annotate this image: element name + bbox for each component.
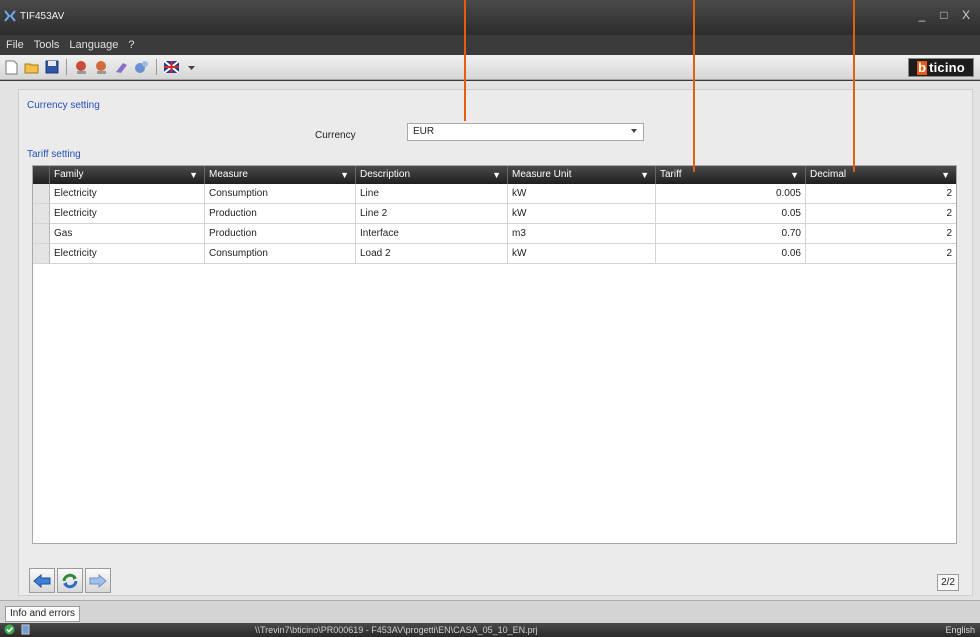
brand-logo-text: ticino xyxy=(929,60,965,75)
toolbar: b ticino xyxy=(0,55,980,80)
window-title: TIF453AV xyxy=(20,11,65,22)
cell-family[interactable]: Electricity xyxy=(50,204,205,224)
status-language[interactable]: English xyxy=(945,625,975,635)
info-and-errors-tab[interactable]: Info and errors xyxy=(5,606,81,622)
cell-description[interactable]: Line 2 xyxy=(356,204,508,224)
brand-logo: b ticino xyxy=(908,58,974,77)
cell-tariff[interactable]: 0.05 xyxy=(656,204,806,224)
cell-decimal[interactable]: 2 xyxy=(806,244,956,264)
filter-icon[interactable]: ▼ xyxy=(790,166,799,184)
cell-measure-unit[interactable]: kW xyxy=(508,204,656,224)
callout-line-tariff xyxy=(693,0,695,172)
cell-measure-unit[interactable]: kW xyxy=(508,184,656,204)
arrow-left-icon xyxy=(33,573,51,588)
row-selector-header xyxy=(33,166,50,184)
maximize-button[interactable]: □ xyxy=(938,8,950,22)
status-ok-icon xyxy=(4,624,15,635)
tariff-section-label: Tariff setting xyxy=(27,149,81,160)
filter-icon[interactable]: ▼ xyxy=(189,166,198,184)
cell-measure[interactable]: Production xyxy=(205,204,356,224)
firmware-update-icon[interactable] xyxy=(113,59,130,76)
app-logo-icon xyxy=(4,10,16,22)
chevron-down-icon[interactable] xyxy=(631,129,637,133)
refresh-icon xyxy=(62,573,78,588)
column-header-decimal[interactable]: Decimal ▼ xyxy=(806,166,956,184)
column-header-tariff[interactable]: Tariff ▼ xyxy=(656,166,806,184)
info-bar: Info and errors xyxy=(0,600,980,623)
cell-measure-unit[interactable]: m3 xyxy=(508,224,656,244)
save-icon[interactable] xyxy=(43,59,60,76)
row-selector[interactable] xyxy=(33,204,50,224)
minimize-button[interactable]: _ xyxy=(916,8,928,22)
project-file-path: \\Trevin7\bticino\PR000619 - F453AV\prog… xyxy=(255,625,538,635)
status-bar: \\Trevin7\bticino\PR000619 - F453AV\prog… xyxy=(0,623,980,637)
title-bar: TIF453AV _ □ X xyxy=(0,0,980,35)
column-header-description[interactable]: Description ▼ xyxy=(356,166,508,184)
cell-measure[interactable]: Production xyxy=(205,224,356,244)
grid-header: Family ▼ Measure ▼ Description ▼ Measure Un… xyxy=(33,166,956,184)
arrow-right-icon xyxy=(89,573,107,588)
cell-tariff[interactable]: 0.06 xyxy=(656,244,806,264)
row-selector[interactable] xyxy=(33,224,50,244)
cell-measure[interactable]: Consumption xyxy=(205,244,356,264)
table-row[interactable]: Gas Production Interface m3 0.70 2 xyxy=(33,224,956,244)
menu-bar: File Tools Language ? xyxy=(0,35,980,55)
menu-file[interactable]: File xyxy=(6,39,24,51)
menu-tools[interactable]: Tools xyxy=(34,39,60,51)
cell-measure-unit[interactable]: kW xyxy=(508,244,656,264)
cell-family[interactable]: Electricity xyxy=(50,184,205,204)
cell-decimal[interactable]: 2 xyxy=(806,204,956,224)
page-indicator: 2/2 xyxy=(937,574,959,591)
cell-family[interactable]: Electricity xyxy=(50,244,205,264)
cell-description[interactable]: Interface xyxy=(356,224,508,244)
cell-description[interactable]: Load 2 xyxy=(356,244,508,264)
column-header-family[interactable]: Family ▼ xyxy=(50,166,205,184)
filter-icon[interactable]: ▼ xyxy=(492,166,501,184)
tariff-grid: Family ▼ Measure ▼ Description ▼ Measure Un… xyxy=(32,165,957,544)
table-row[interactable]: Electricity Consumption Load 2 kW 0.06 2 xyxy=(33,244,956,264)
currency-select[interactable]: EUR xyxy=(407,123,644,141)
forward-button[interactable] xyxy=(85,568,111,593)
refresh-button[interactable] xyxy=(57,568,83,593)
device-connection-icon xyxy=(21,624,30,635)
toolbar-separator xyxy=(66,59,67,75)
cell-tariff[interactable]: 0.005 xyxy=(656,184,806,204)
filter-icon[interactable]: ▼ xyxy=(941,166,950,184)
row-selector[interactable] xyxy=(33,244,50,264)
back-button[interactable] xyxy=(29,568,55,593)
currency-field-label: Currency xyxy=(315,130,356,141)
table-row[interactable]: Electricity Production Line 2 kW 0.05 2 xyxy=(33,204,956,224)
cell-description[interactable]: Line xyxy=(356,184,508,204)
close-button[interactable]: X xyxy=(960,8,972,22)
column-header-measure-unit[interactable]: Measure Unit ▼ xyxy=(508,166,656,184)
column-header-measure[interactable]: Measure ▼ xyxy=(205,166,356,184)
open-folder-icon[interactable] xyxy=(23,59,40,76)
cell-family[interactable]: Gas xyxy=(50,224,205,244)
brand-logo-mark: b xyxy=(917,59,928,75)
cell-tariff[interactable]: 0.70 xyxy=(656,224,806,244)
new-file-icon[interactable] xyxy=(3,59,20,76)
currency-selected-value: EUR xyxy=(413,126,435,137)
navigation-buttons xyxy=(29,568,111,593)
dropdown-arrow-icon[interactable] xyxy=(183,59,200,76)
callout-line-decimal xyxy=(853,0,855,172)
main-area: Currency setting Currency EUR Tariff set… xyxy=(0,81,980,600)
device-info-icon[interactable] xyxy=(133,59,150,76)
table-row[interactable]: Electricity Consumption Line kW 0.005 2 xyxy=(33,184,956,204)
row-selector[interactable] xyxy=(33,184,50,204)
filter-icon[interactable]: ▼ xyxy=(340,166,349,184)
language-flag-icon[interactable] xyxy=(163,59,180,76)
cell-decimal[interactable]: 2 xyxy=(806,184,956,204)
receive-configuration-icon[interactable] xyxy=(93,59,110,76)
send-configuration-icon[interactable] xyxy=(73,59,90,76)
cell-measure[interactable]: Consumption xyxy=(205,184,356,204)
cell-decimal[interactable]: 2 xyxy=(806,224,956,244)
menu-language[interactable]: Language xyxy=(69,39,118,51)
currency-section-label: Currency setting xyxy=(27,100,100,111)
toolbar-separator xyxy=(156,59,157,75)
settings-panel: Currency setting Currency EUR Tariff set… xyxy=(18,89,973,596)
menu-help[interactable]: ? xyxy=(128,39,134,51)
filter-icon[interactable]: ▼ xyxy=(640,166,649,184)
callout-line-currency xyxy=(464,0,466,121)
